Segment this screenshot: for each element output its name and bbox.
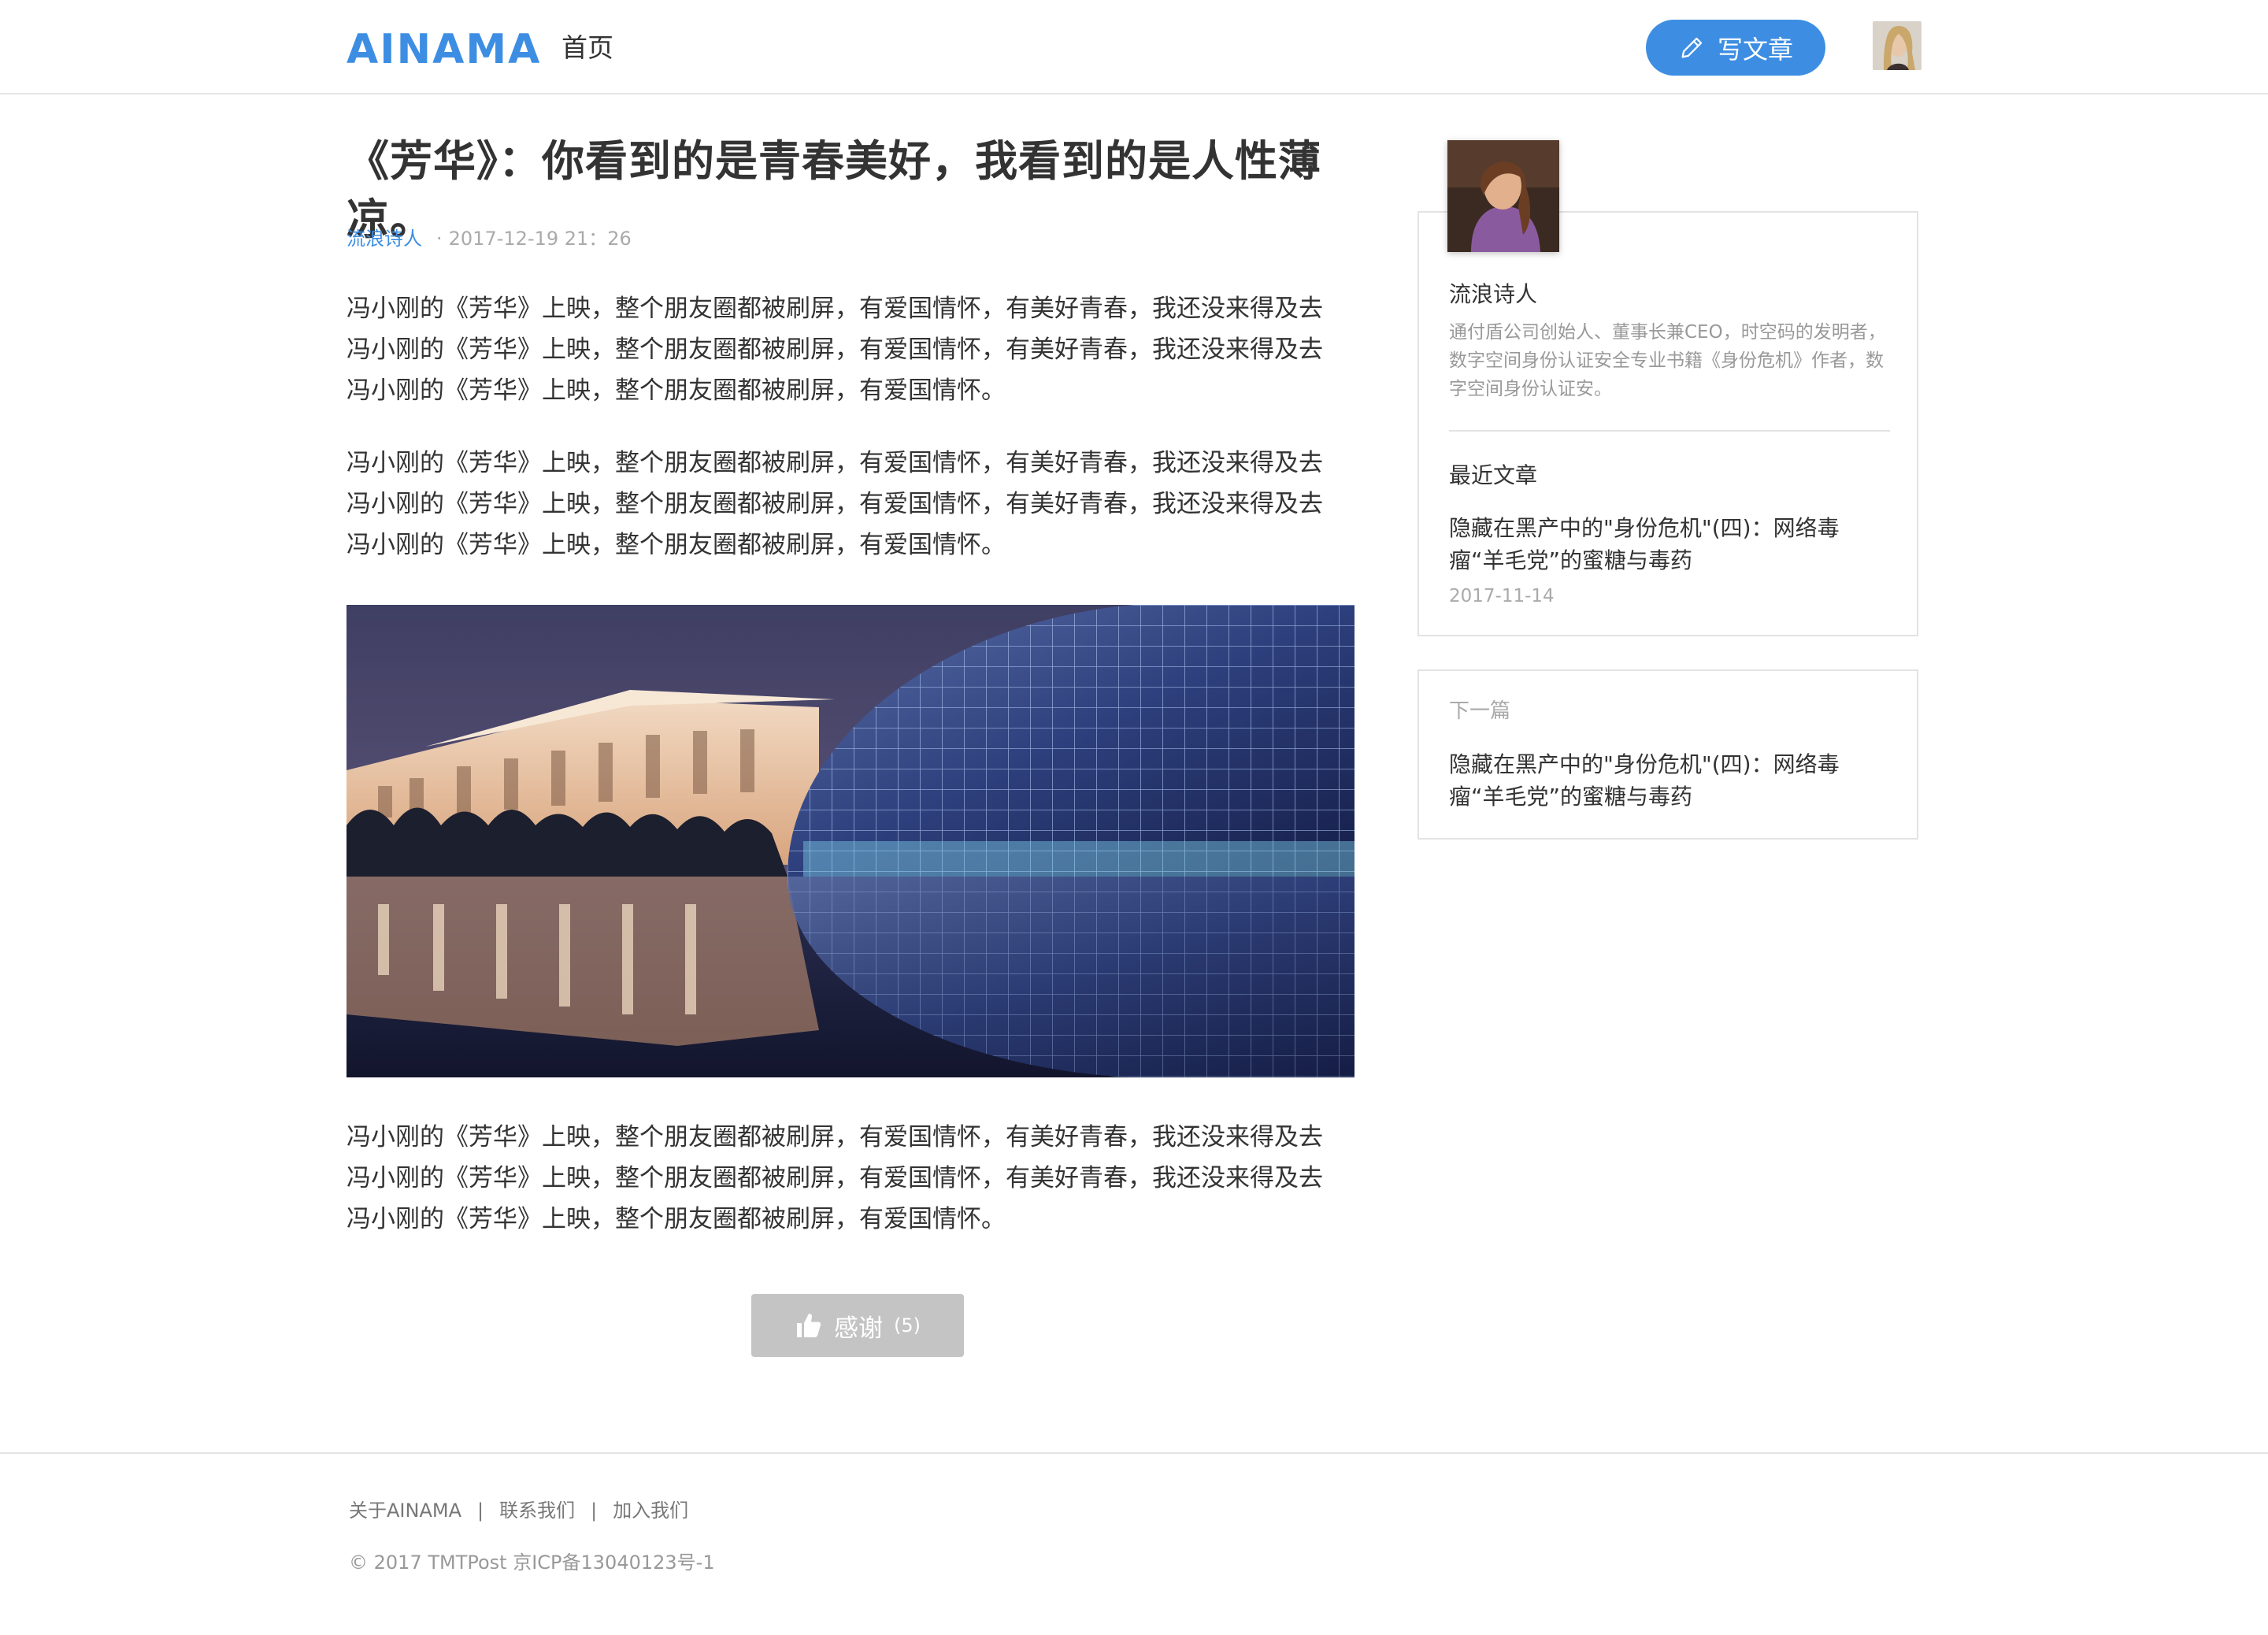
paragraph-line: 冯小刚的《芳华》上映，整个朋友圈都被刷屏，有爱国情怀，有美好青春，我还没来得及去 <box>346 449 1323 477</box>
footer-separator: | <box>477 1500 484 1522</box>
next-article-link[interactable]: 隐藏在黑产中的"身份危机"(四)：网络毒瘤“羊毛党”的蜜糖与毒药 <box>1449 748 1858 813</box>
author-name[interactable]: 流浪诗人 <box>1449 279 1537 310</box>
footer-divider <box>0 1452 2268 1454</box>
footer-link-join[interactable]: 加入我们 <box>613 1496 688 1525</box>
thumbs-up-icon <box>797 1314 821 1337</box>
next-article-label: 下一篇 <box>1449 699 1511 723</box>
thanks-count: (5) <box>894 1314 921 1337</box>
paragraph-line: 冯小刚的《芳华》上映，整个朋友圈都被刷屏，有爱国情怀，有美好青春，我还没来得及去 <box>346 490 1323 518</box>
user-avatar[interactable] <box>1873 21 1922 70</box>
paragraph-line: 冯小刚的《芳华》上映，整个朋友圈都被刷屏，有爱国情怀。 <box>346 376 1006 405</box>
footer-separator: | <box>591 1500 598 1522</box>
paragraph-line: 冯小刚的《芳华》上映，整个朋友圈都被刷屏，有爱国情怀。 <box>346 1205 1006 1233</box>
footer-link-about[interactable]: 关于AINAMA <box>349 1496 461 1525</box>
paragraph-line: 冯小刚的《芳华》上映，整个朋友圈都被刷屏，有爱国情怀，有美好青春，我还没来得及去 <box>346 295 1323 323</box>
article-meta: 流浪诗人 · 2017-12-19 21：26 <box>346 225 632 252</box>
paragraph-line: 冯小刚的《芳华》上映，整个朋友圈都被刷屏，有爱国情怀，有美好青春，我还没来得及去 <box>346 1164 1323 1192</box>
recent-article-date: 2017-11-14 <box>1449 586 1555 606</box>
thanks-label: 感谢 <box>834 1314 883 1343</box>
footer-link-contact[interactable]: 联系我们 <box>499 1496 575 1525</box>
meta-dot: · <box>436 228 443 250</box>
recent-article-link[interactable]: 隐藏在黑产中的"身份危机"(四)：网络毒瘤“羊毛党”的蜜糖与毒药 <box>1449 512 1858 577</box>
write-article-label: 写文章 <box>1717 34 1793 65</box>
article-image <box>346 605 1354 1077</box>
paragraph-line: 冯小刚的《芳华》上映，整个朋友圈都被刷屏，有爱国情怀。 <box>346 531 1006 559</box>
footer-links: 关于AINAMA | 联系我们 | 加入我们 <box>349 1496 688 1525</box>
article-date: 2017-12-19 21：26 <box>448 228 632 250</box>
article-paragraph: 冯小刚的《芳华》上映，整个朋友圈都被刷屏，有爱国情怀，有美好青春，我还没来得及去… <box>346 1117 1356 1240</box>
author-bio: 通付盾公司创始人、董事长兼CEO，时空码的发明者，数字空间身份认证安全专业书籍《… <box>1449 322 1886 399</box>
pen-icon <box>1681 37 1703 57</box>
write-article-button[interactable]: 写文章 <box>1646 20 1825 76</box>
article-paragraph: 冯小刚的《芳华》上映，整个朋友圈都被刷屏，有爱国情怀，有美好青春，我还没来得及去… <box>346 443 1356 565</box>
sidebar-divider <box>1449 430 1890 432</box>
top-header: AINAMA 首页 写文章 <box>0 0 2268 95</box>
paragraph-line: 冯小刚的《芳华》上映，整个朋友圈都被刷屏，有爱国情怀，有美好青春，我还没来得及去 <box>346 1123 1323 1151</box>
nav-home-link[interactable]: 首页 <box>561 30 613 66</box>
article-author-link[interactable]: 流浪诗人 <box>346 228 422 250</box>
site-logo[interactable]: AINAMA <box>346 24 541 73</box>
author-avatar[interactable] <box>1447 140 1559 252</box>
copyright-text: © 2017 TMTPost 京ICP备13040123号-1 <box>349 1552 715 1574</box>
article-paragraph: 冯小刚的《芳华》上映，整个朋友圈都被刷屏，有爱国情怀，有美好青春，我还没来得及去… <box>346 288 1356 411</box>
paragraph-line: 冯小刚的《芳华》上映，整个朋友圈都被刷屏，有爱国情怀，有美好青春，我还没来得及去 <box>346 336 1323 364</box>
thanks-button[interactable]: 感谢 (5) <box>751 1294 964 1357</box>
recent-articles-heading: 最近文章 <box>1449 462 1538 488</box>
